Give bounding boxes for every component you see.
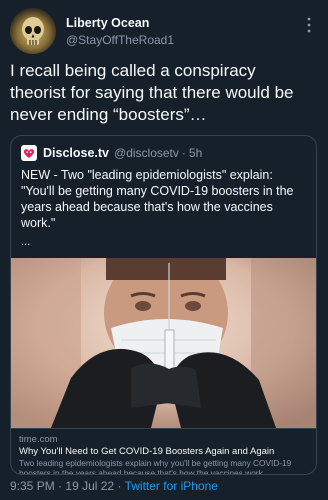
author-block[interactable]: Liberty Ocean @StayOffTheRoad1 [66, 16, 174, 48]
quoted-text-line-2: "You'll be getting many COVID-19 booster… [21, 184, 294, 230]
link-domain: time.com [19, 434, 58, 445]
tweet-text: I recall being called a conspiracy theor… [10, 61, 294, 124]
footer-separator-2: · [117, 479, 122, 493]
quoted-author-name[interactable]: Disclose.tv [43, 146, 109, 160]
link-description: Two leading epidemiologists explain why … [19, 458, 292, 475]
vaccine-syringe-photo[interactable] [11, 258, 316, 428]
skull-avatar-icon[interactable] [10, 8, 56, 54]
disclose-logo-icon[interactable] [21, 145, 37, 161]
tweet-source-link[interactable]: Twitter for iPhone [125, 479, 218, 493]
tweet-time[interactable]: 9:35 PM [10, 479, 55, 493]
quoted-author-handle[interactable]: @disclosetv [114, 146, 179, 160]
quoted-tweet-text: NEW - Two "leading epidemiologists" expl… [21, 167, 309, 231]
link-preview-card[interactable]: time.com Why You'll Need to Get COVID-19… [11, 428, 316, 475]
more-dots-icon[interactable] [302, 16, 316, 34]
tweet-footer-meta: 9:35 PM · 19 Jul 22 · Twitter for iPhone [10, 479, 218, 493]
author-handle[interactable]: @StayOffTheRoad1 [66, 32, 174, 48]
quoted-text-line-1: NEW - Two "leading epidemiologists" expl… [21, 168, 273, 182]
footer-separator-1: · [58, 479, 63, 493]
tweet-header: Liberty Ocean @StayOffTheRoad1 [10, 8, 320, 56]
quoted-meta-separator: · [181, 146, 186, 160]
quoted-tweet-card[interactable]: Disclose.tv @disclosetv · 5h NEW - Two "… [10, 135, 317, 475]
quoted-tweet-header: Disclose.tv @disclosetv · 5h [21, 144, 202, 162]
link-title[interactable]: Why You'll Need to Get COVID-19 Boosters… [19, 446, 274, 457]
quoted-tweet-time[interactable]: 5h [189, 146, 202, 160]
author-display-name[interactable]: Liberty Ocean [66, 16, 174, 31]
tweet-date[interactable]: 19 Jul 22 [65, 479, 114, 493]
quoted-text-ellipsis: ... [21, 236, 31, 248]
